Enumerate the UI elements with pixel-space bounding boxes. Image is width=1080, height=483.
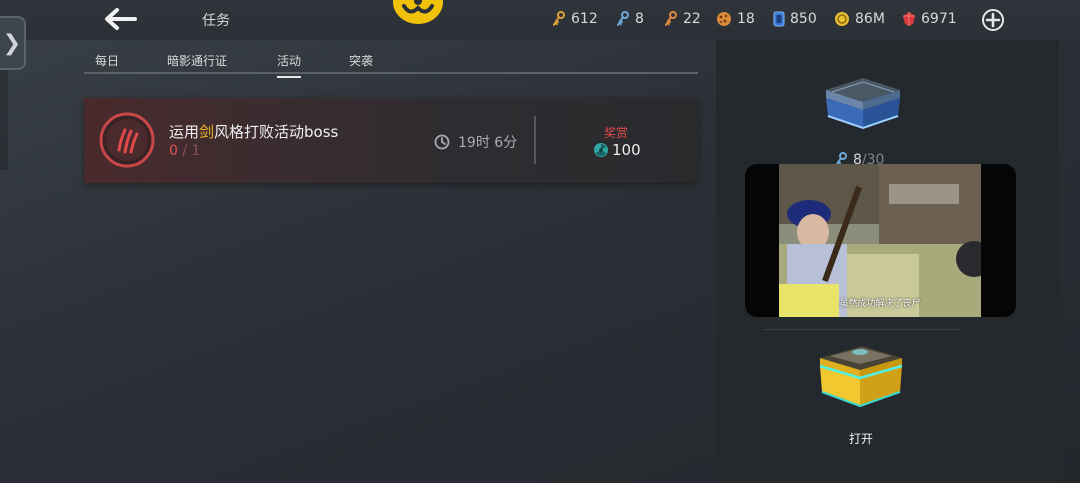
quest-progress: 0 / 1 — [169, 143, 201, 159]
tab-event[interactable]: 活动 — [277, 52, 302, 78]
video-subtitle: 虽然成功解决了丧尸 — [839, 299, 921, 309]
claw-slash-icon — [99, 112, 155, 168]
reward-value: 100 — [593, 141, 641, 159]
resource-orange-key[interactable]: 22 — [664, 11, 701, 27]
clock-icon — [434, 134, 450, 150]
resource-blue-card[interactable]: 850 — [773, 11, 817, 27]
shadow-logo-icon — [393, 0, 443, 24]
page-title: 任务 — [202, 13, 230, 29]
video-ad-player[interactable]: 虽然成功解决了丧尸 — [745, 164, 1016, 317]
red-gem-icon — [903, 12, 915, 26]
tab-shadow-pass[interactable]: 暗影通行证 — [167, 52, 227, 69]
radiation-token-icon — [594, 143, 608, 157]
blue-card-icon — [773, 11, 785, 27]
tab-daily[interactable]: 每日 — [95, 52, 119, 69]
blue-chest-icon — [826, 78, 900, 130]
top-bar: 任务 612 8 22 18 850 86M 6971 — [0, 0, 1080, 40]
resource-blue-key[interactable]: 8 — [616, 11, 644, 27]
open-chest-button[interactable]: 打开 — [849, 430, 873, 447]
side-menu-toggle[interactable]: ❯ — [0, 16, 26, 70]
side-edge — [0, 70, 8, 170]
video-scene-image — [779, 164, 981, 317]
quest-tabs: 每日 暗影通行证 活动 突袭 — [84, 40, 698, 78]
back-button[interactable] — [100, 4, 140, 34]
resource-gold-coin[interactable]: 86M — [834, 11, 885, 27]
resource-gold-key[interactable]: 612 — [552, 11, 598, 27]
resource-cookie-token[interactable]: 18 — [716, 11, 755, 27]
gold-chest-icon[interactable] — [812, 342, 910, 410]
orange-key-icon — [665, 11, 677, 26]
panel-separator — [763, 329, 959, 330]
card-divider — [534, 116, 536, 164]
back-arrow-icon — [105, 8, 137, 30]
blue-key-icon — [617, 11, 629, 26]
cookie-token-icon — [717, 12, 731, 26]
video-frame: 虽然成功解决了丧尸 — [779, 164, 981, 317]
add-currency-icon[interactable] — [981, 8, 1005, 32]
quest-timer: 19时 6分 — [434, 132, 517, 152]
quest-title: 运用剑风格打败活动boss — [169, 123, 339, 141]
reward-label: 奖赏 — [604, 126, 629, 140]
chevron-right-icon: ❯ — [2, 30, 22, 56]
tab-raid[interactable]: 突袭 — [349, 52, 373, 69]
gold-key-icon — [553, 11, 565, 26]
resource-red-gem[interactable]: 6971 — [902, 11, 957, 27]
gold-coin-icon — [835, 12, 849, 26]
quest-card[interactable]: 运用剑风格打败活动boss 0 / 1 19时 6分 奖赏 100 — [84, 98, 698, 183]
